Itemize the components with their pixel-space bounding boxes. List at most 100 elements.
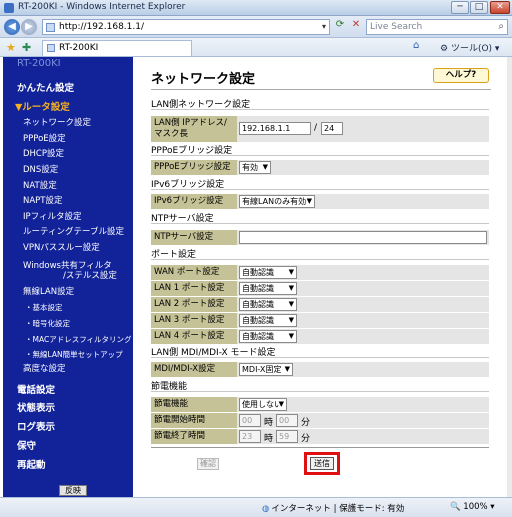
- chevron-down-icon: ▼: [278, 400, 284, 408]
- hour-unit: 時: [264, 418, 274, 428]
- zoom-control[interactable]: 🔍 100% ▾: [450, 502, 495, 512]
- lan3-port-label: LAN 3 ポート設定: [151, 313, 237, 328]
- lan4-port-row: LAN 4 ポート設定 自動認識 ▼: [151, 329, 489, 344]
- tab-label: RT-200KI: [59, 43, 99, 53]
- zone-text: インターネット | 保護モード: 有効: [271, 504, 405, 514]
- confirm-button[interactable]: 確認: [197, 458, 219, 470]
- tools-menu[interactable]: ⚙ ツール(O) ▾: [440, 41, 499, 54]
- tab-toolbar: ★ ✚ RT-200KI ⌂ ⚙ ツール(O) ▾: [0, 38, 512, 57]
- page-title: ネットワーク設定: [151, 72, 256, 87]
- sidebar-item-dhcp[interactable]: DHCP設定: [23, 147, 64, 159]
- lan1-port-row: LAN 1 ポート設定 自動認識 ▼: [151, 281, 489, 296]
- vertical-scrollbar[interactable]: [507, 57, 512, 497]
- close-button[interactable]: ✕: [490, 1, 510, 14]
- refresh-icon[interactable]: ⟳: [333, 19, 347, 35]
- sidebar-item-phone[interactable]: 電話設定: [17, 382, 55, 396]
- sidebar-item-reboot[interactable]: 再起動: [17, 457, 46, 471]
- sidebar-item-wireless-lan[interactable]: 無線LAN設定: [23, 285, 74, 297]
- power-start-min-input[interactable]: 00: [276, 414, 298, 427]
- wan-port-select[interactable]: 自動認識 ▼: [239, 266, 297, 279]
- sidebar-item-mac-filtering[interactable]: ・MACアドレスフィルタリング: [25, 334, 132, 345]
- power-start-hour-input[interactable]: 00: [239, 414, 261, 427]
- window-title: RT-200KI - Windows Internet Explorer: [18, 2, 186, 12]
- home-icon[interactable]: ⌂: [413, 40, 419, 51]
- search-placeholder: Live Search: [370, 22, 423, 32]
- ipv6-select[interactable]: 有線LANのみ有効 ▼: [239, 195, 315, 208]
- page-icon: [47, 44, 55, 52]
- favorites-star-icon[interactable]: ★: [6, 41, 16, 54]
- wan-port-label: WAN ポート設定: [151, 265, 237, 280]
- power-row: 節電機能 使用しない ▼: [151, 397, 489, 412]
- maximize-button[interactable]: □: [470, 1, 488, 14]
- sidebar-item-log[interactable]: ログ表示: [17, 419, 55, 433]
- power-end-row: 節電終了時間 23 時 59 分: [151, 429, 489, 444]
- ipv6-value: 有線LANのみ有効: [242, 197, 307, 206]
- chevron-down-icon: ▼: [288, 332, 294, 340]
- lan2-port-label: LAN 2 ポート設定: [151, 297, 237, 312]
- tab-rt200ki[interactable]: RT-200KI: [42, 40, 192, 56]
- chevron-down-icon: ▼: [288, 316, 294, 324]
- power-end-hour-input[interactable]: 23: [239, 430, 261, 443]
- pppoe-select[interactable]: 有効 ▼: [239, 161, 271, 174]
- window-titlebar: RT-200KI - Windows Internet Explorer ─ □…: [0, 0, 512, 16]
- sidebar-item-wireless-encryption[interactable]: ・暗号化設定: [25, 318, 70, 329]
- sidebar-item-network[interactable]: ネットワーク設定: [23, 116, 91, 128]
- sidebar-item-wireless-basic[interactable]: ・基本設定: [25, 302, 63, 313]
- lan-ip-input[interactable]: 192.168.1.1: [239, 122, 311, 135]
- model-name: RT-200KI: [17, 58, 61, 69]
- sidebar-item-router-settings[interactable]: ▼ルータ設定: [15, 99, 70, 113]
- sidebar-item-nat[interactable]: NAT設定: [23, 179, 57, 191]
- lan1-port-label: LAN 1 ポート設定: [151, 281, 237, 296]
- lan3-port-row: LAN 3 ポート設定 自動認識 ▼: [151, 313, 489, 328]
- wan-port-value: 自動認識: [242, 268, 274, 277]
- sidebar-item-pppoe[interactable]: PPPoE設定: [23, 132, 66, 144]
- search-input[interactable]: Live Search ⌕: [366, 19, 508, 35]
- sidebar: RT-200KI かんたん設定 ▼ルータ設定 ネットワーク設定 PPPoE設定 …: [3, 57, 133, 497]
- sidebar-item-status[interactable]: 状態表示: [17, 400, 55, 414]
- mdi-select[interactable]: MDI-X固定 ▼: [239, 363, 293, 376]
- sidebar-item-vpn-passthrough[interactable]: VPNパススルー設定: [23, 241, 100, 253]
- power-select[interactable]: 使用しない ▼: [239, 398, 287, 411]
- sidebar-item-routing-table[interactable]: ルーティングテーブル設定: [23, 225, 124, 237]
- divider: [151, 223, 489, 224]
- lan4-port-value: 自動認識: [242, 332, 274, 341]
- help-button[interactable]: ヘルプ?: [433, 68, 489, 83]
- lan3-port-select[interactable]: 自動認識 ▼: [239, 314, 297, 327]
- power-start-row: 節電開始時間 00 時 00 分: [151, 413, 489, 428]
- lan1-port-select[interactable]: 自動認識 ▼: [239, 282, 297, 295]
- ntp-label: NTPサーバ設定: [151, 230, 237, 245]
- globe-icon: ◍: [262, 504, 270, 514]
- divider: [151, 109, 489, 110]
- lan2-port-row: LAN 2 ポート設定 自動認識 ▼: [151, 297, 489, 312]
- send-button[interactable]: 送信: [310, 457, 334, 470]
- sidebar-item-dns[interactable]: DNS設定: [23, 163, 58, 175]
- sidebar-item-advanced[interactable]: 高度な設定: [23, 362, 66, 374]
- ntp-server-input[interactable]: [239, 231, 487, 244]
- forward-icon[interactable]: ▶: [21, 19, 37, 35]
- lan-ip-row: LAN側 IPアドレス/ マスク長 192.168.1.1 / 24: [151, 116, 489, 142]
- stop-icon[interactable]: ✕: [349, 19, 363, 35]
- lan4-port-select[interactable]: 自動認識 ▼: [239, 330, 297, 343]
- chevron-down-icon[interactable]: ▾: [322, 22, 326, 31]
- lan-mask-input[interactable]: 24: [321, 122, 343, 135]
- reflect-button[interactable]: 反映: [59, 485, 87, 496]
- search-icon[interactable]: ⌕: [498, 21, 504, 32]
- add-favorite-icon[interactable]: ✚: [22, 41, 31, 54]
- lan2-port-value: 自動認識: [242, 300, 274, 309]
- sidebar-item-ip-filter[interactable]: IPフィルタ設定: [23, 210, 81, 222]
- sidebar-item-stealth[interactable]: /ステルス設定: [63, 269, 117, 281]
- sidebar-item-maintenance[interactable]: 保守: [17, 438, 36, 452]
- sidebar-item-wireless-easy-setup[interactable]: ・無線LAN簡単セットアップ: [25, 349, 123, 360]
- lan2-port-select[interactable]: 自動認識 ▼: [239, 298, 297, 311]
- sidebar-item-napt[interactable]: NAPT設定: [23, 194, 63, 206]
- power-end-min-input[interactable]: 59: [276, 430, 298, 443]
- wan-port-row: WAN ポート設定 自動認識 ▼: [151, 265, 489, 280]
- address-input[interactable]: http://192.168.1.1/ ▾: [42, 19, 330, 35]
- sidebar-item-easy-setup[interactable]: かんたん設定: [17, 80, 74, 94]
- tools-label: ツール(O): [450, 44, 493, 54]
- chevron-down-icon: ▼: [262, 163, 268, 171]
- divider: [151, 259, 489, 260]
- back-icon[interactable]: ◀: [4, 19, 20, 35]
- chevron-down-icon: ▼: [288, 284, 294, 292]
- minimize-button[interactable]: ─: [451, 1, 469, 14]
